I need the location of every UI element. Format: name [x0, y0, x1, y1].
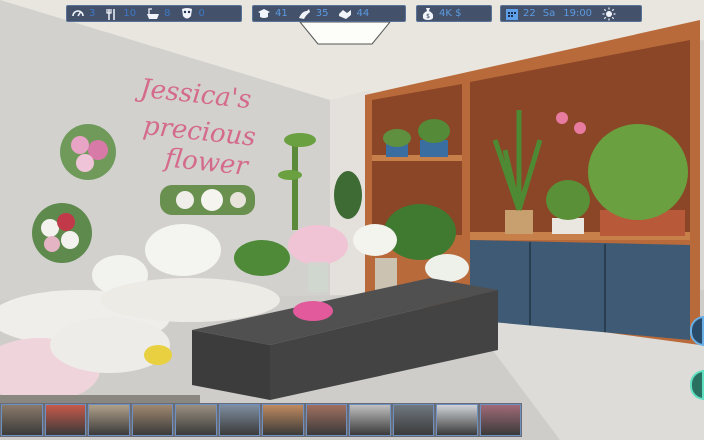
- fitness-value: 35: [315, 7, 329, 19]
- location-thumbnail-strip: [0, 403, 522, 437]
- location-thumbnail-3[interactable]: [88, 404, 130, 436]
- education-value: 41: [275, 7, 288, 19]
- location-thumbnail-4[interactable]: [131, 404, 173, 436]
- food-value: 10: [123, 7, 137, 19]
- pink-vase-on-counter: [293, 301, 333, 321]
- wall-flower-wreath-left: [32, 203, 92, 263]
- weekday: Sa: [542, 7, 556, 19]
- day-number: 22: [523, 7, 536, 19]
- hygiene-icon: [146, 7, 160, 21]
- hud-skills-panel: 41 35 44: [252, 5, 406, 22]
- fitness-icon: [298, 7, 312, 21]
- location-thumbnail-1[interactable]: [1, 404, 43, 436]
- location-thumbnail-8[interactable]: [305, 404, 347, 436]
- hud-needs-panel: 3 10 8 0: [66, 5, 242, 22]
- location-thumbnail-7[interactable]: [262, 404, 304, 436]
- food-icon: [105, 7, 119, 21]
- hud-money-panel: $ 4K $: [416, 5, 492, 22]
- social-value: 44: [356, 7, 370, 19]
- location-thumbnail-6[interactable]: [218, 404, 260, 436]
- mask-value: 0: [198, 7, 205, 19]
- social-icon: [338, 7, 352, 21]
- flower-shop-scene: Jessica's precious flower: [0, 0, 704, 440]
- sun-icon: [602, 7, 616, 21]
- location-thumbnail-2[interactable]: [44, 404, 86, 436]
- hud-time-panel: 22 Sa 19:00: [500, 5, 642, 22]
- education-icon: [257, 7, 271, 21]
- hygiene-value: 8: [164, 7, 171, 19]
- clock-time: 19:00: [563, 7, 593, 19]
- money-value: 4K $: [439, 7, 462, 19]
- mood-icon: [71, 7, 85, 21]
- wall-flower-wreath-top: [60, 124, 116, 180]
- location-thumbnail-11[interactable]: [436, 404, 478, 436]
- mask-icon: [180, 7, 194, 21]
- money-bag-icon: $: [421, 7, 435, 21]
- location-thumbnail-9[interactable]: [349, 404, 391, 436]
- location-thumbnail-5[interactable]: [175, 404, 217, 436]
- location-thumbnail-10[interactable]: [392, 404, 434, 436]
- svg-text:$: $: [426, 13, 430, 20]
- calendar-icon[interactable]: [505, 7, 519, 21]
- wall-flower-garland: [160, 185, 255, 215]
- mood-value: 3: [89, 7, 96, 19]
- location-thumbnail-12[interactable]: [479, 404, 521, 436]
